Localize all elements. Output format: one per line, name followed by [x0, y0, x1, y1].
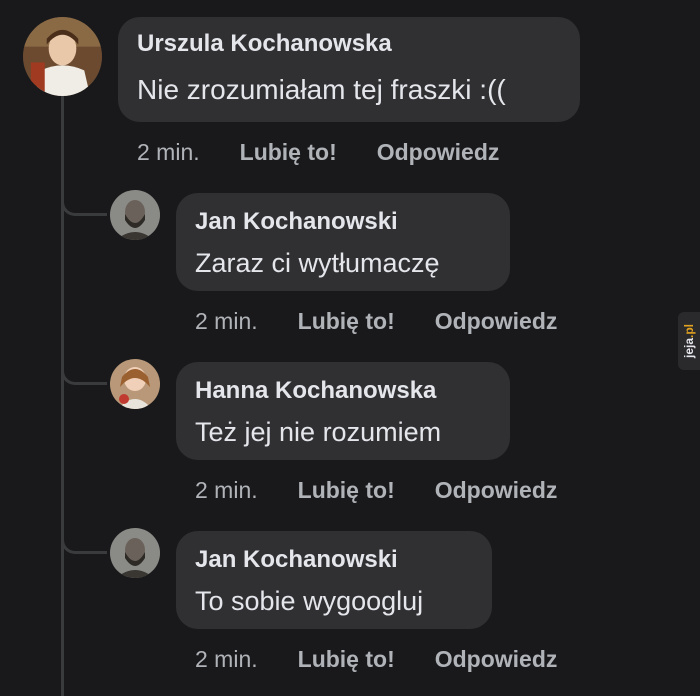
avatar[interactable]: [110, 359, 160, 409]
avatar[interactable]: [110, 528, 160, 578]
comment-timestamp[interactable]: 2 min.: [195, 477, 258, 504]
comment-timestamp[interactable]: 2 min.: [195, 308, 258, 335]
comment-timestamp[interactable]: 2 min.: [195, 646, 258, 673]
avatar[interactable]: [110, 190, 160, 240]
like-button[interactable]: Lubię to!: [298, 477, 395, 504]
comment-text: To sobie wygoogluj: [195, 586, 424, 616]
like-button[interactable]: Lubię to!: [240, 139, 337, 166]
comment-author[interactable]: Jan Kochanowski: [195, 546, 398, 574]
avatar-portrait-icon: [23, 17, 102, 96]
comment-actions: 2 min. Lubię to! Odpowiedz: [195, 477, 557, 504]
reply-button[interactable]: Odpowiedz: [435, 308, 558, 335]
reply-connector: [61, 363, 107, 385]
avatar-portrait-icon: [110, 190, 160, 240]
comment-actions: 2 min. Lubię to! Odpowiedz: [137, 139, 499, 166]
reply-connector: [61, 194, 107, 216]
like-button[interactable]: Lubię to!: [298, 308, 395, 335]
watermark-text: jeja.pl: [682, 324, 696, 358]
watermark-accent: .pl: [682, 323, 696, 338]
comment-text: Nie zrozumiałam tej fraszki :((: [137, 74, 506, 105]
avatar-portrait-icon: [110, 359, 160, 409]
comment-timestamp[interactable]: 2 min.: [137, 139, 200, 166]
reply-button[interactable]: Odpowiedz: [435, 477, 558, 504]
comment-text: Też jej nie rozumiem: [195, 417, 442, 447]
avatar-portrait-icon: [110, 528, 160, 578]
reply-button[interactable]: Odpowiedz: [377, 139, 500, 166]
comment-author[interactable]: Jan Kochanowski: [195, 208, 398, 236]
reply-connector: [61, 532, 107, 554]
comment-actions: 2 min. Lubię to! Odpowiedz: [195, 646, 557, 673]
avatar[interactable]: [23, 17, 102, 96]
watermark: jeja.pl: [678, 312, 700, 370]
comment-actions: 2 min. Lubię to! Odpowiedz: [195, 308, 557, 335]
watermark-main: jeja: [682, 337, 696, 358]
like-button[interactable]: Lubię to!: [298, 646, 395, 673]
comment-author[interactable]: Urszula Kochanowska: [137, 30, 392, 58]
comment-text: Zaraz ci wytłumaczę: [195, 248, 440, 278]
reply-button[interactable]: Odpowiedz: [435, 646, 558, 673]
comment-author[interactable]: Hanna Kochanowska: [195, 377, 436, 405]
thread-line: [61, 96, 64, 696]
